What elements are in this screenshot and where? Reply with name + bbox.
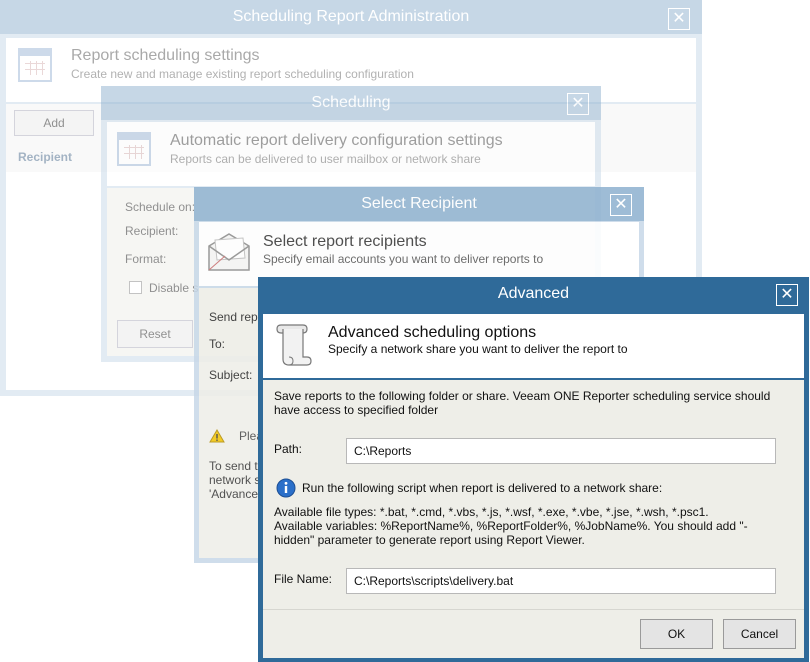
advanced-window: Advanced ✕ Advanced scheduling options S…: [258, 277, 809, 662]
disable-checkbox[interactable]: [129, 281, 142, 294]
header-panel: Advanced scheduling options Specify a ne…: [263, 314, 804, 378]
close-icon[interactable]: ✕: [776, 284, 798, 306]
recipient-label: Recipient:: [125, 224, 179, 238]
cancel-button[interactable]: Cancel: [723, 619, 796, 649]
window-title: Scheduling Report Administration: [0, 0, 702, 34]
note-line-3: 'Advanced: [209, 487, 265, 501]
close-icon[interactable]: ✕: [610, 194, 632, 216]
file-types-text: Available file types: *.bat, *.cmd, *.vb…: [274, 505, 709, 519]
scroll-icon: [276, 324, 312, 366]
button-bar: OK Cancel: [263, 609, 804, 658]
content-area: Save reports to the following folder or …: [263, 380, 804, 609]
close-icon[interactable]: ✕: [668, 8, 690, 30]
header-subtitle: Specify a network share you want to deli…: [328, 342, 628, 356]
disable-label: Disable s: [149, 281, 199, 295]
variables-text: Available variables: %ReportName%, %Repo…: [274, 519, 748, 547]
to-label: To:: [209, 337, 226, 351]
header-subtitle: Create new and manage existing report sc…: [71, 67, 414, 81]
path-label: Path:: [274, 442, 303, 456]
add-button[interactable]: Add: [14, 110, 94, 136]
subject-label: Subject:: [209, 368, 253, 382]
envelope-icon: [208, 233, 250, 271]
send-label: Send repo: [209, 310, 265, 324]
recipient-column-header: Recipient: [18, 150, 73, 164]
path-input[interactable]: [346, 438, 776, 464]
note-line-2: network s: [209, 473, 261, 487]
header-title: Advanced scheduling options: [328, 324, 537, 341]
info-icon: [276, 478, 296, 498]
format-label: Format:: [125, 252, 167, 266]
warning-icon: [209, 429, 225, 443]
window-title: Scheduling: [101, 86, 601, 120]
header-title: Automatic report delivery configuration …: [170, 132, 503, 149]
header-title: Report scheduling settings: [71, 47, 260, 64]
close-icon[interactable]: ✕: [567, 93, 589, 115]
header-subtitle: Reports can be delivered to user mailbox…: [170, 152, 481, 166]
ok-button[interactable]: OK: [640, 619, 713, 649]
header-title: Select report recipients: [263, 233, 427, 250]
calendar-icon: [18, 48, 52, 82]
window-title: Select Recipient: [194, 187, 644, 221]
file-name-input[interactable]: [346, 568, 776, 594]
calendar-icon: [117, 132, 151, 166]
reset-button[interactable]: Reset: [117, 320, 193, 348]
schedule-label: Schedule on:: [125, 200, 196, 214]
header-subtitle: Specify email accounts you want to deliv…: [263, 252, 544, 266]
window-title: Advanced: [258, 277, 809, 311]
header-panel: Automatic report delivery configuration …: [107, 122, 595, 186]
description-text: Save reports to the following folder or …: [274, 389, 771, 417]
script-info-text: Run the following script when report is …: [302, 481, 663, 495]
file-name-label: File Name:: [274, 572, 333, 586]
note-line-1: To send t: [209, 459, 258, 473]
